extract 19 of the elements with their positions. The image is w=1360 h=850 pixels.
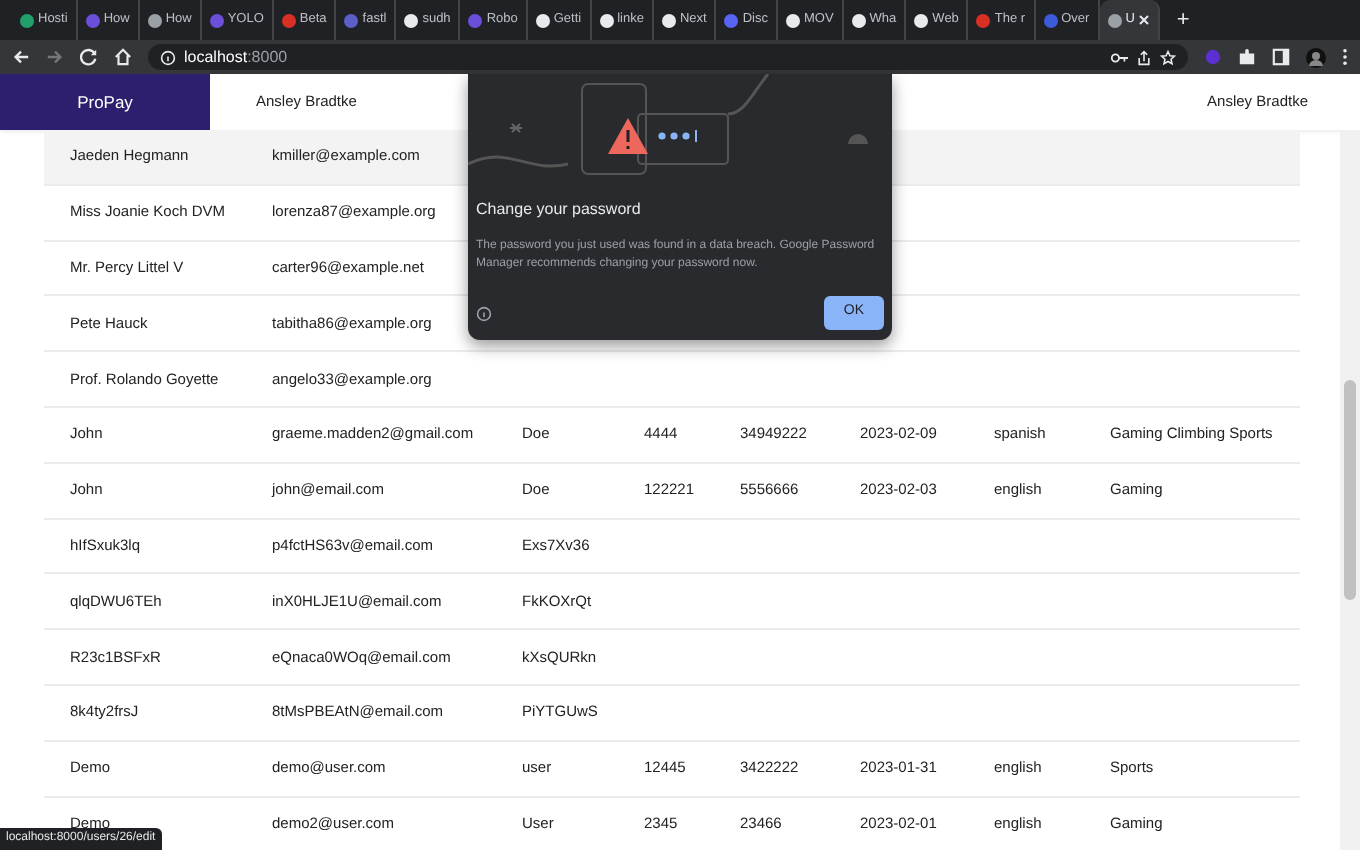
info-icon[interactable] [476, 305, 492, 322]
star-icon[interactable] [1160, 49, 1176, 65]
avatar-icon[interactable] [1306, 47, 1326, 67]
side-panel-icon[interactable] [1272, 48, 1290, 66]
reload-icon[interactable] [80, 48, 98, 66]
new-tab-button[interactable]: + [1176, 3, 1190, 37]
address-bar[interactable]: localhost:8000 [148, 44, 1188, 70]
puzzle-icon[interactable] [1238, 48, 1256, 66]
home-icon[interactable] [114, 48, 132, 66]
key-icon[interactable] [1110, 49, 1128, 65]
forward-icon[interactable] [46, 48, 64, 66]
back-icon[interactable] [12, 48, 30, 66]
scrollbar[interactable] [1340, 130, 1360, 850]
dialog-title: Change your password [476, 198, 643, 222]
close-icon[interactable] [1138, 14, 1151, 26]
share-icon[interactable] [1136, 49, 1152, 65]
info-icon [160, 49, 176, 65]
menu-icon[interactable] [1342, 48, 1348, 66]
brand-link[interactable]: ProPay [0, 74, 210, 130]
